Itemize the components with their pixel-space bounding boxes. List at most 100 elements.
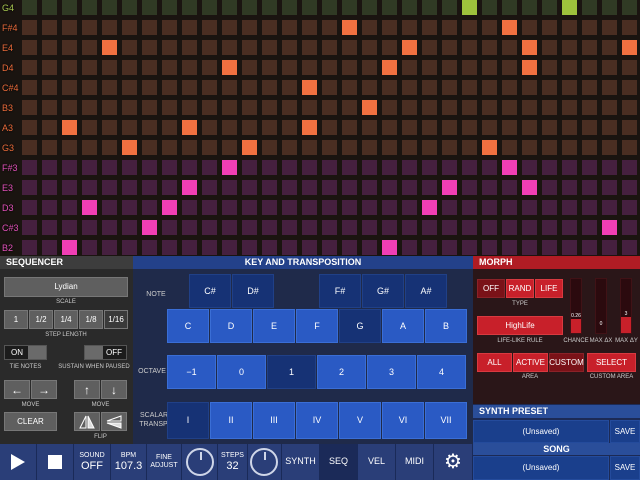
grid-cell[interactable] xyxy=(222,120,237,135)
grid-cell[interactable] xyxy=(542,100,557,115)
grid-cell[interactable] xyxy=(62,140,77,155)
grid-cell[interactable] xyxy=(262,120,277,135)
grid-cell[interactable] xyxy=(602,60,617,75)
grid-cell[interactable] xyxy=(462,0,477,15)
grid-cell[interactable] xyxy=(282,80,297,95)
max-dy-slider[interactable]: 3 xyxy=(620,278,632,334)
morph-area-active[interactable]: ACTIVE xyxy=(513,353,548,372)
grid-cell[interactable] xyxy=(522,160,537,175)
grid-cell[interactable] xyxy=(482,80,497,95)
grid-cell[interactable] xyxy=(42,80,57,95)
grid-cell[interactable] xyxy=(242,20,257,35)
grid-cell[interactable] xyxy=(142,100,157,115)
step-length-1-8[interactable]: 1/8 xyxy=(79,310,103,329)
grid-cell[interactable] xyxy=(562,160,577,175)
grid-cell[interactable] xyxy=(222,200,237,215)
grid-cell[interactable] xyxy=(22,140,37,155)
grid-cell[interactable] xyxy=(382,60,397,75)
tie-notes-toggle[interactable]: ON xyxy=(4,345,47,360)
grid-cell[interactable] xyxy=(282,140,297,155)
move-down-button[interactable]: ↓ xyxy=(101,380,127,399)
grid-cell[interactable] xyxy=(202,180,217,195)
bpm-knob-cell[interactable] xyxy=(182,444,218,480)
grid-cell[interactable] xyxy=(502,240,517,255)
steps-knob[interactable] xyxy=(250,448,278,476)
grid-cell[interactable] xyxy=(462,240,477,255)
grid-cell[interactable] xyxy=(162,20,177,35)
note-sharp-F-sharp[interactable]: F# xyxy=(319,274,361,308)
grid-cell[interactable] xyxy=(342,0,357,15)
grid-cell[interactable] xyxy=(402,180,417,195)
octave-4[interactable]: 3 xyxy=(367,355,416,389)
clear-button[interactable]: CLEAR xyxy=(4,412,57,431)
grid-cell[interactable] xyxy=(242,80,257,95)
grid-cell[interactable] xyxy=(482,140,497,155)
grid-cell[interactable] xyxy=(622,40,637,55)
grid-cell[interactable] xyxy=(122,240,137,255)
grid-cell[interactable] xyxy=(302,40,317,55)
grid-cell[interactable] xyxy=(22,180,37,195)
grid-cell[interactable] xyxy=(382,40,397,55)
grid-cell[interactable] xyxy=(602,180,617,195)
grid-cell[interactable] xyxy=(542,0,557,15)
grid-cell[interactable] xyxy=(162,140,177,155)
grid-cell[interactable] xyxy=(562,20,577,35)
grid-cell[interactable] xyxy=(582,20,597,35)
grid-cell[interactable] xyxy=(342,80,357,95)
bpm-knob[interactable] xyxy=(186,448,214,476)
grid-cell[interactable] xyxy=(522,220,537,235)
grid-cell[interactable] xyxy=(122,0,137,15)
song-save-button[interactable]: SAVE xyxy=(610,456,640,480)
grid-cell[interactable] xyxy=(82,240,97,255)
grid-cell[interactable] xyxy=(402,220,417,235)
grid-cell[interactable] xyxy=(502,160,517,175)
grid-cell[interactable] xyxy=(282,100,297,115)
grid-cell[interactable] xyxy=(242,0,257,15)
note-C[interactable]: C xyxy=(167,309,209,343)
grid-cell[interactable] xyxy=(122,100,137,115)
grid-cell[interactable] xyxy=(482,240,497,255)
move-left-button[interactable]: ← xyxy=(4,380,30,399)
octave-2[interactable]: 1 xyxy=(267,355,316,389)
grid-cell[interactable] xyxy=(322,60,337,75)
grid-cell[interactable] xyxy=(582,100,597,115)
grid-cell[interactable] xyxy=(422,60,437,75)
grid-cell[interactable] xyxy=(242,120,257,135)
grid-cell[interactable] xyxy=(22,0,37,15)
grid-cell[interactable] xyxy=(402,20,417,35)
grid-cell[interactable] xyxy=(542,160,557,175)
grid-cell[interactable] xyxy=(442,40,457,55)
grid-cell[interactable] xyxy=(442,220,457,235)
grid-cell[interactable] xyxy=(562,180,577,195)
grid-cell[interactable] xyxy=(422,240,437,255)
grid-cell[interactable] xyxy=(22,60,37,75)
grid-cell[interactable] xyxy=(322,220,337,235)
grid-cell[interactable] xyxy=(182,100,197,115)
grid-cell[interactable] xyxy=(262,220,277,235)
grid-cell[interactable] xyxy=(342,220,357,235)
grid-cell[interactable] xyxy=(342,20,357,35)
grid-cell[interactable] xyxy=(42,180,57,195)
grid-cell[interactable] xyxy=(482,100,497,115)
grid-cell[interactable] xyxy=(462,40,477,55)
grid-cell[interactable] xyxy=(162,180,177,195)
grid-cell[interactable] xyxy=(542,60,557,75)
grid-cell[interactable] xyxy=(202,100,217,115)
grid-cell[interactable] xyxy=(342,100,357,115)
grid-cell[interactable] xyxy=(162,0,177,15)
note-B[interactable]: B xyxy=(425,309,467,343)
grid-cell[interactable] xyxy=(382,100,397,115)
grid-cell[interactable] xyxy=(262,40,277,55)
grid-cell[interactable] xyxy=(102,20,117,35)
grid-cell[interactable] xyxy=(382,160,397,175)
grid-cell[interactable] xyxy=(342,180,357,195)
grid-cell[interactable] xyxy=(222,20,237,35)
grid-cell[interactable] xyxy=(122,140,137,155)
grid-cell[interactable] xyxy=(42,60,57,75)
grid-cell[interactable] xyxy=(602,100,617,115)
grid-cell[interactable] xyxy=(302,100,317,115)
grid-cell[interactable] xyxy=(42,40,57,55)
morph-area-all[interactable]: ALL xyxy=(477,353,512,372)
grid-cell[interactable] xyxy=(502,220,517,235)
grid-cell[interactable] xyxy=(542,40,557,55)
